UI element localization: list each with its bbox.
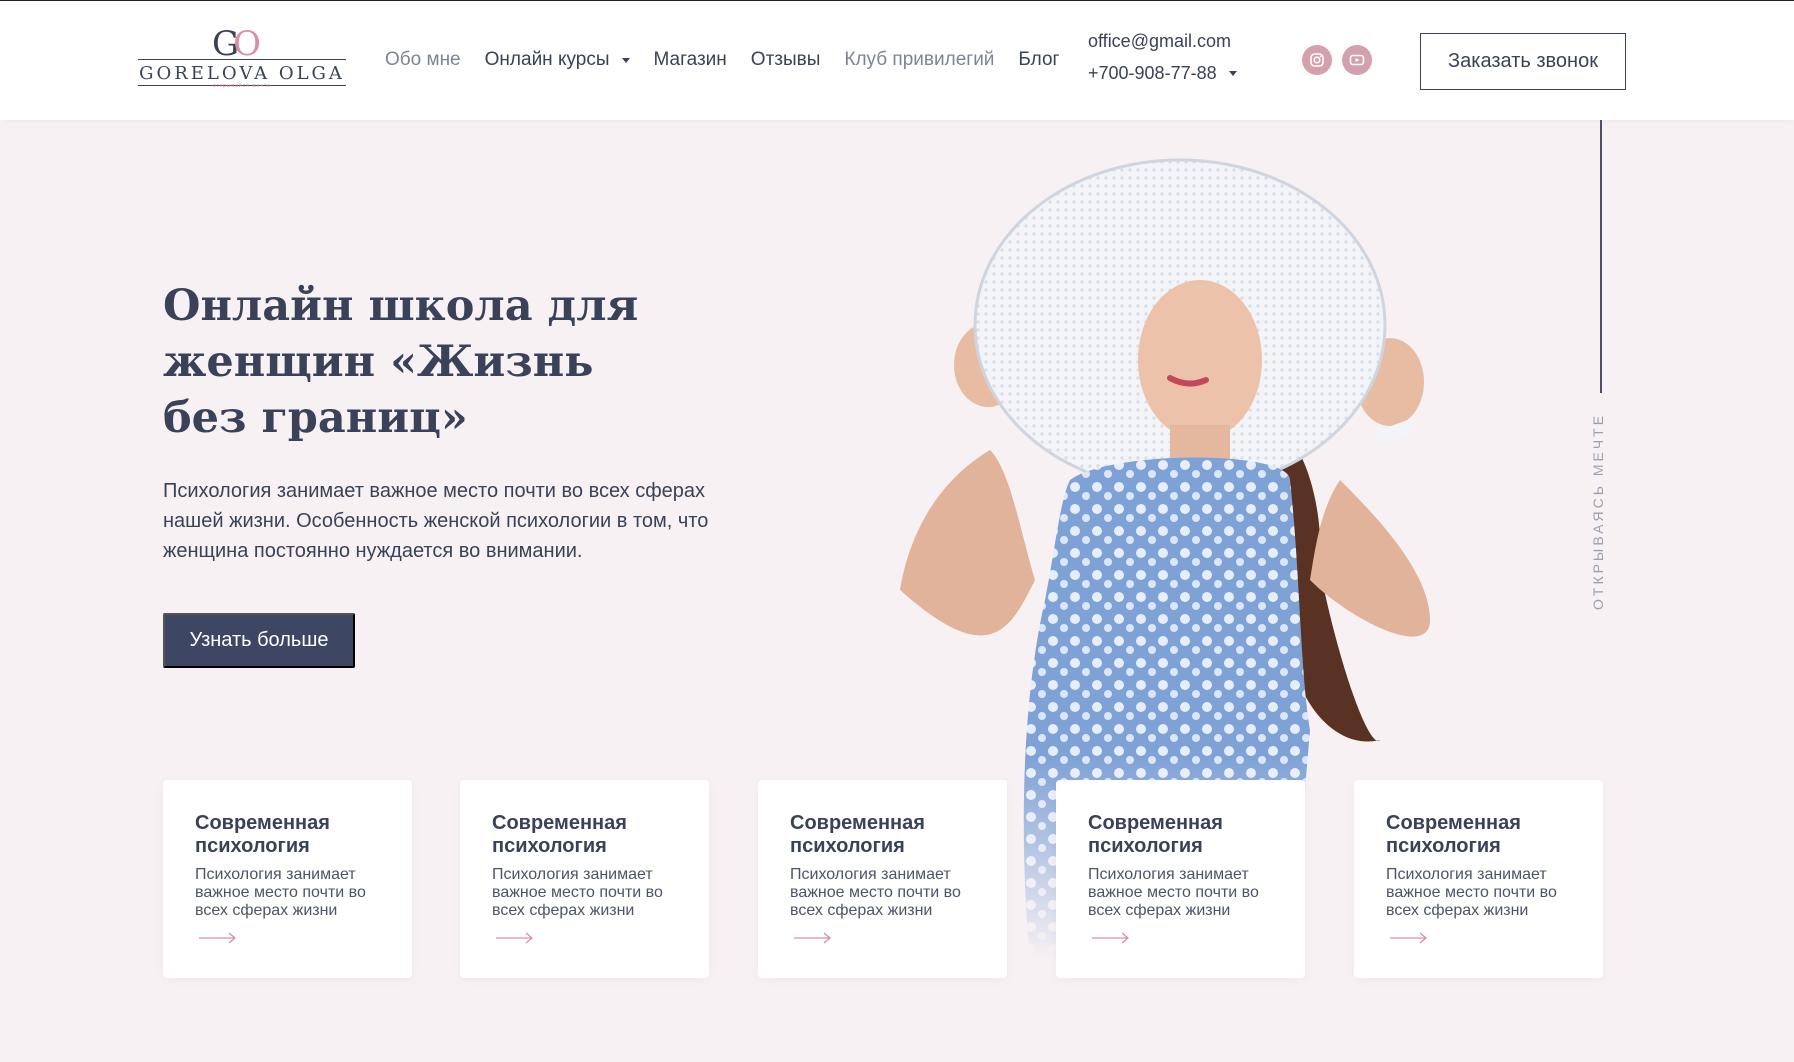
hero-description: Психология занимает важное место почти в…	[163, 480, 709, 562]
vertical-divider	[1600, 120, 1602, 393]
logo-name: GORELOVA OLGA	[139, 63, 345, 84]
site-header: GO GORELOVA OLGA открывайся мечте Обо мн…	[0, 0, 1794, 120]
email-link[interactable]: office@gmail.com	[1088, 31, 1237, 55]
card-title: Современная психология	[1386, 812, 1521, 857]
phone-number: +700-908-77-88	[1088, 63, 1217, 83]
card-text: Психология занимает важное место почти в…	[492, 866, 663, 919]
youtube-icon	[1349, 54, 1365, 66]
instagram-button[interactable]	[1302, 45, 1332, 75]
arrow-right-icon[interactable]	[496, 932, 534, 944]
feature-card[interactable]: Современная психология Психология занима…	[460, 780, 709, 978]
card-title: Современная психология	[790, 812, 925, 857]
youtube-button[interactable]	[1342, 45, 1372, 75]
order-call-button[interactable]: Заказать звонок	[1420, 33, 1626, 90]
card-title: Современная психология	[492, 812, 627, 857]
card-text: Психология занимает важное место почти в…	[1088, 866, 1259, 919]
card-text: Психология занимает важное место почти в…	[1386, 866, 1557, 919]
nav-item-courses[interactable]: Онлайн курсы	[485, 49, 630, 71]
card-title: Современная психология	[1088, 812, 1223, 857]
instagram-icon	[1310, 53, 1324, 67]
arrow-right-icon[interactable]	[1390, 932, 1428, 944]
learn-more-button[interactable]: Узнать больше	[163, 613, 355, 668]
nav-item-reviews[interactable]: Отзывы	[751, 49, 821, 71]
hero-title: Онлайн школа для женщин «Жизнь без грани…	[163, 281, 639, 443]
arrow-right-icon[interactable]	[1092, 932, 1130, 944]
nav-item-about[interactable]: Обо мне	[385, 49, 461, 71]
main-nav: Обо мне Онлайн курсы Магазин Отзывы Клуб…	[385, 49, 1083, 71]
nav-item-blog[interactable]: Блог	[1018, 49, 1059, 71]
arrow-right-icon[interactable]	[794, 932, 832, 944]
chevron-down-icon	[1228, 71, 1237, 76]
logo-monogram: GO	[212, 24, 261, 64]
feature-card[interactable]: Современная психология Психология занима…	[1056, 780, 1305, 978]
feature-card[interactable]: Современная психология Психология занима…	[163, 780, 412, 978]
feature-card[interactable]: Современная психология Психология занима…	[758, 780, 1007, 978]
phone-dropdown[interactable]: +700-908-77-88	[1088, 63, 1237, 84]
contacts: office@gmail.com +700-908-77-88	[1088, 31, 1237, 84]
chevron-down-icon	[621, 57, 630, 63]
nav-item-shop[interactable]: Магазин	[654, 49, 727, 71]
feature-card[interactable]: Современная психология Психология занима…	[1354, 780, 1603, 978]
card-text: Психология занимает важное место почти в…	[790, 866, 961, 919]
vertical-caption: ОТКРЫВАЯСЬ МЕЧТЕ	[1590, 412, 1606, 610]
logo[interactable]: GO GORELOVA OLGA открывайся мечте	[138, 25, 346, 89]
card-text: Психология занимает важное место почти в…	[195, 866, 366, 919]
nav-item-club[interactable]: Клуб привилегий	[844, 49, 994, 71]
arrow-right-icon[interactable]	[199, 932, 237, 944]
logo-tagline: открывайся мечте	[213, 83, 271, 89]
card-title: Современная психология	[195, 812, 330, 857]
